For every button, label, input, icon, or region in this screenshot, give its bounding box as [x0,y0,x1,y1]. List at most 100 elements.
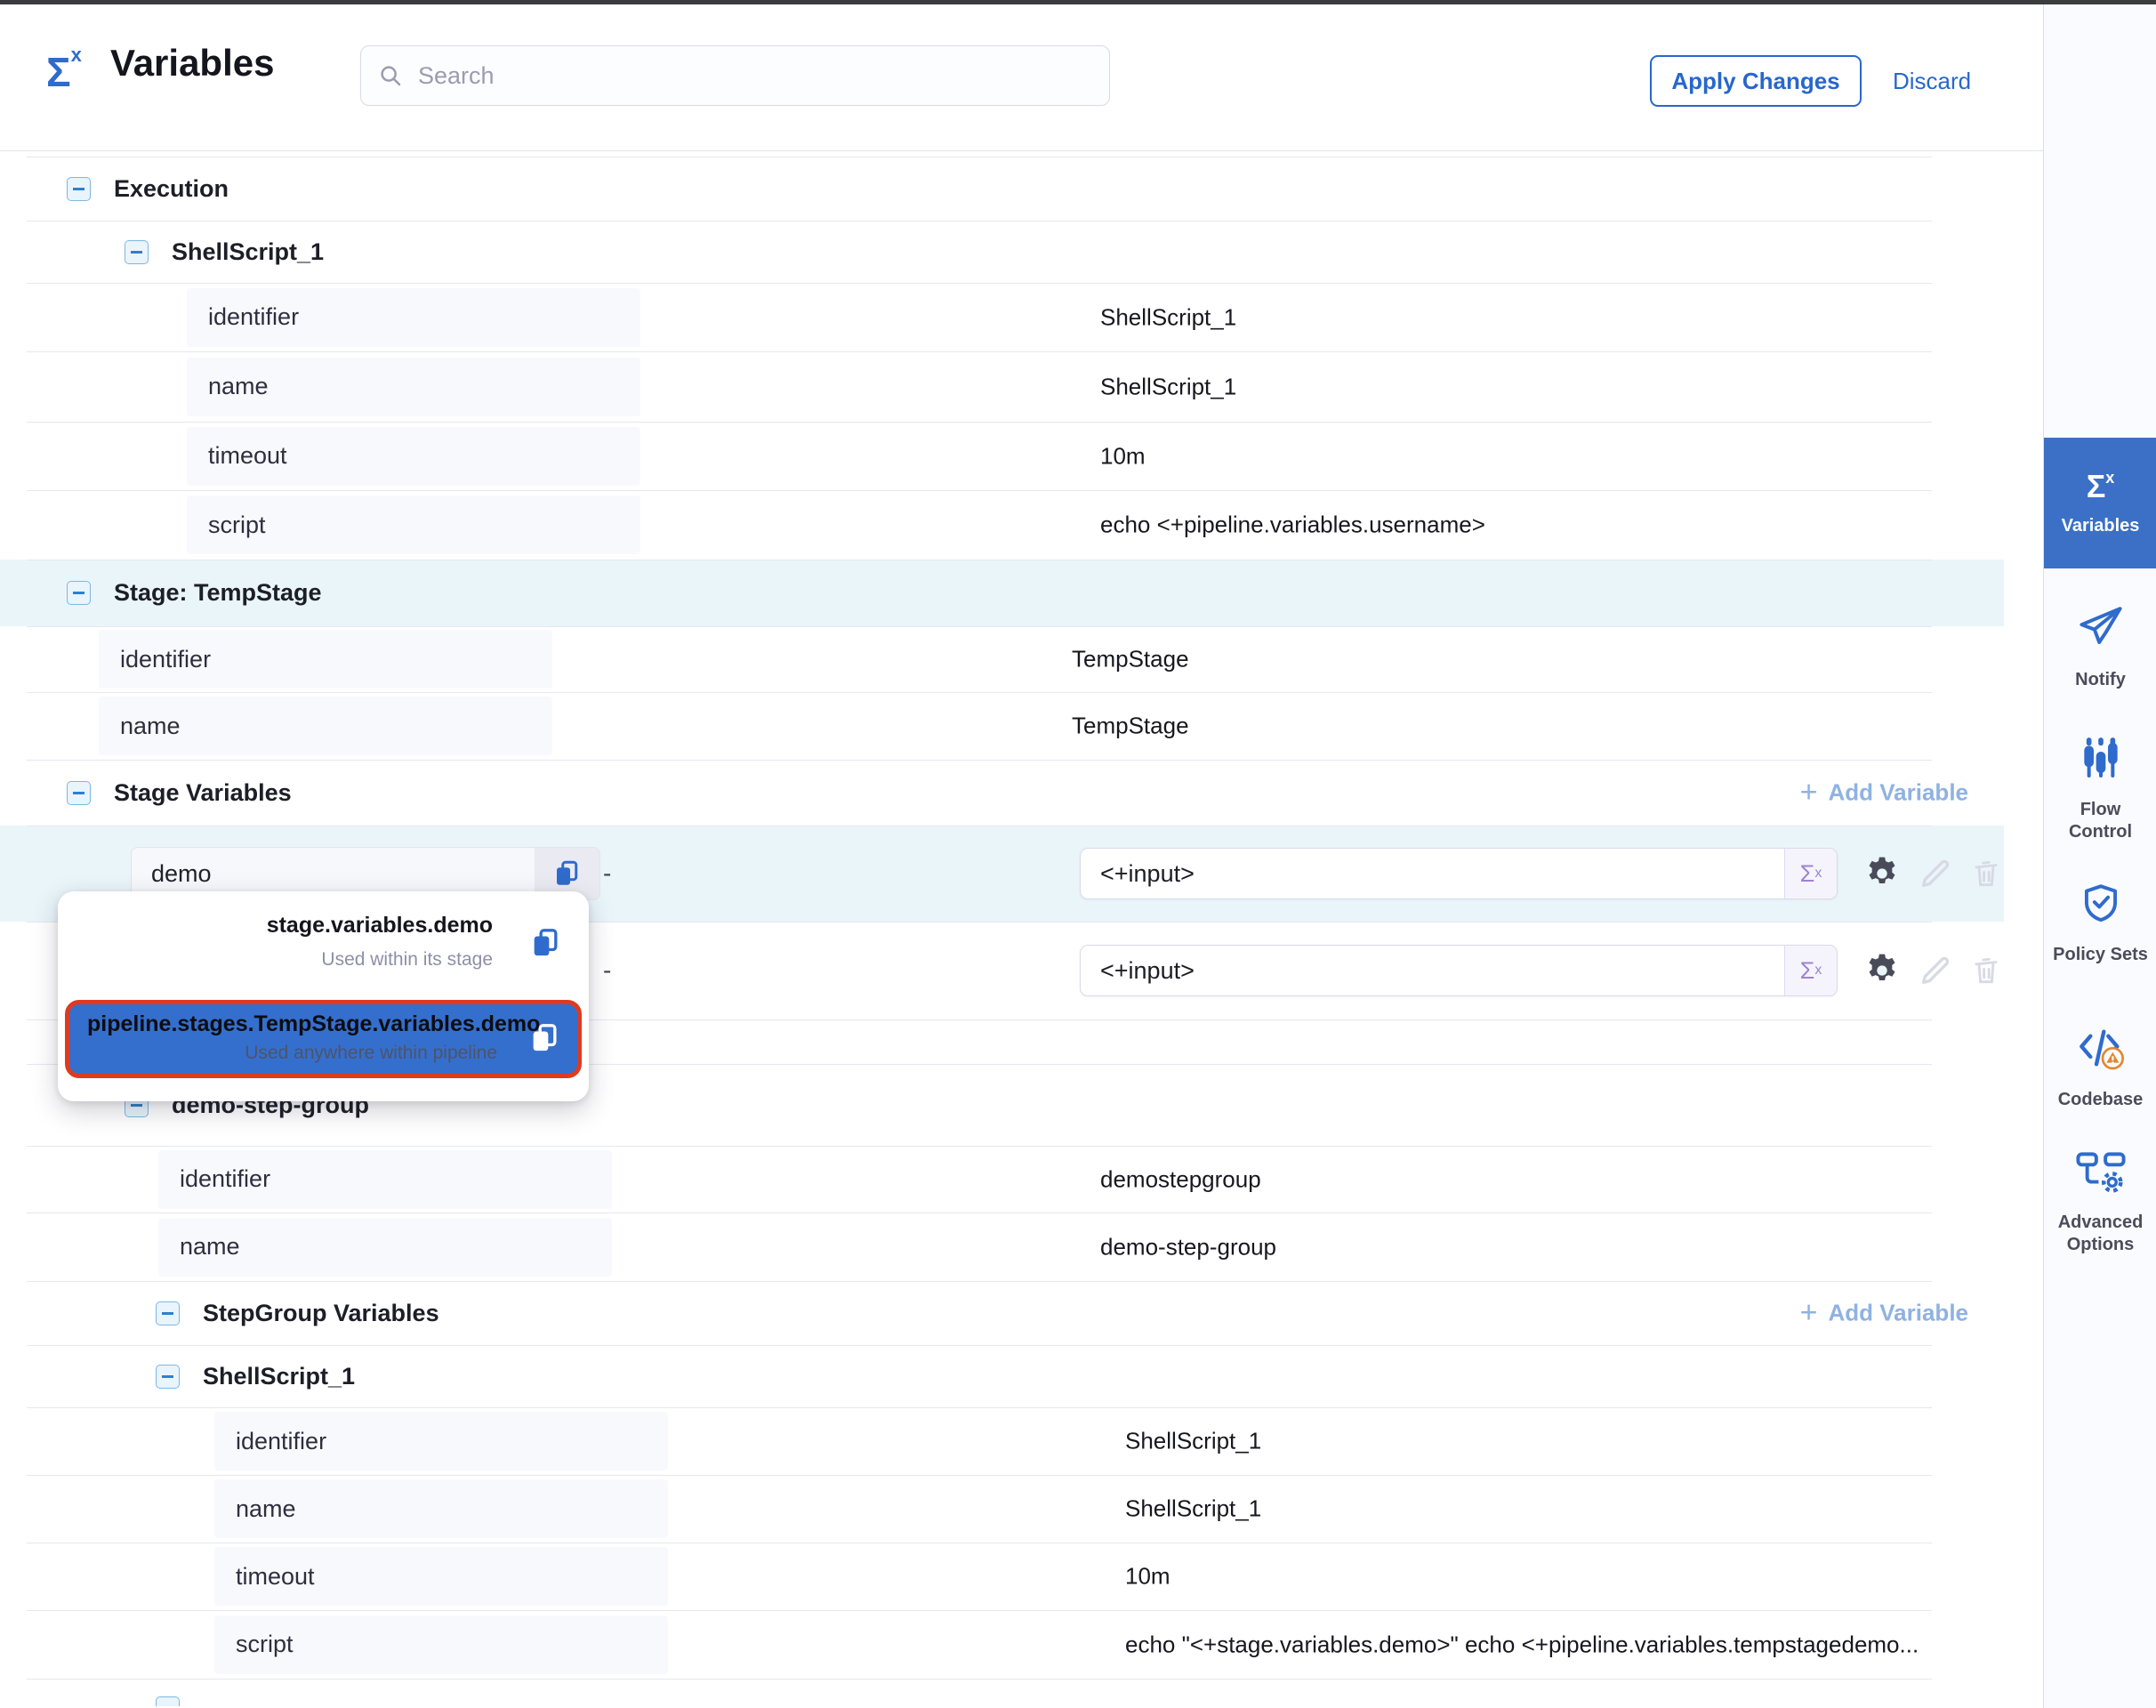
sidebar-item-label: Policy Sets [2047,944,2153,966]
collapse-icon[interactable] [125,240,149,264]
section-label: StepGroup Variables [203,1300,439,1327]
scope-path: stage.variables.demo [65,913,493,939]
collapse-icon[interactable] [156,1696,180,1706]
section-label: Stage Variables [114,779,292,807]
add-variable-button[interactable]: +Add Variable [1800,779,1968,807]
copy-icon[interactable] [527,1020,563,1060]
sidebar-item-flow-control[interactable]: Flow Control [2044,736,2156,843]
kv-row-timeout: timeout10m [0,1543,2004,1610]
section-row-shellscript-1: ShellScript_1 [0,221,2004,283]
collapse-icon[interactable] [67,581,91,605]
section-row-execution: Execution [0,157,2004,221]
field-label: name [187,358,640,416]
sidebar-item-label: Variables [2056,515,2145,537]
sidebar-item-codebase[interactable]: Codebase [2044,1026,2156,1111]
field-label: identifier [158,1150,612,1209]
field-label: script [214,1615,668,1674]
field-value: 10m [1125,1563,1171,1591]
section-row-stage-variables: Stage Variables +Add Variable [0,760,2004,826]
kv-row-identifier: identifier TempStage [0,626,2004,692]
kv-row-name: name demo-step-group [0,1213,2004,1281]
sidebar-item-label: Notify [2070,669,2131,691]
kv-row-name: name ShellScript_1 [0,1475,2004,1543]
top-window-bar [0,0,2156,4]
kv-row-identifier: identifierShellScript_1 [0,1407,2004,1475]
search-input[interactable] [416,61,1093,91]
kv-row-timeout: timeout10m [0,422,2004,490]
field-value: demostepgroup [1100,1165,1261,1193]
search-icon [377,62,404,89]
collapse-icon[interactable] [67,781,91,805]
kv-row-identifier: identifierShellScript_1 [0,283,2004,351]
section-label: Stage: TempStage [114,579,322,607]
kv-row-script: script echo "<+stage.variables.demo>" ech… [0,1610,2004,1679]
variable-scope-popup: stage.variables.demo Used within its sta… [58,891,589,1101]
field-label: name [158,1218,612,1277]
delete-trash-icon[interactable] [1969,857,2003,890]
variables-panel-header: Σx Variables Apply Changes Discard [0,4,2043,151]
collapse-icon[interactable] [156,1365,180,1389]
field-label: identifier [214,1412,668,1470]
search-box[interactable] [360,45,1110,106]
section-label: ShellScript_1 [203,1363,355,1390]
pipeline-aside-nav: Σx Variables Notify Flow Control Poli [2043,4,2156,1708]
field-value: TempStage [1072,646,1189,673]
field-value: ShellScript_1 [1125,1495,1261,1523]
sidebar-item-label: Codebase [2053,1089,2149,1111]
add-variable-button[interactable]: +Add Variable [1800,1300,1968,1327]
settings-gear-icon[interactable] [1862,951,1902,990]
field-value: demo-step-group [1100,1233,1276,1261]
section-label: Execution [114,175,229,203]
section-row-stage-tempstage: Stage: TempStage [0,560,2004,626]
variable-value-input[interactable]: <+input>Σx [1080,945,1838,996]
delete-trash-icon[interactable] [1969,954,2003,987]
collapse-icon[interactable] [67,177,91,201]
sliders-icon [2079,736,2123,786]
field-label: script [187,495,640,554]
field-value: echo "<+stage.variables.demo>" echo <+pi… [1125,1631,1919,1658]
sidebar-item-notify[interactable]: Notify [2044,602,2156,691]
scope-description: Used within its stage [65,949,493,971]
discard-button[interactable]: Discard [1893,55,1971,107]
copy-icon[interactable] [528,925,564,965]
code-warning-icon [2075,1026,2127,1076]
expression-toggle-icon[interactable]: Σx [1784,946,1837,995]
page-title: Variables [110,42,274,85]
scope-option-pipeline[interactable]: pipeline.stages.TempStage.variables.demo… [65,1000,582,1078]
sidebar-item-label: Flow Control [2044,799,2156,843]
edit-pencil-icon[interactable] [1918,856,1953,891]
required-indicator: - [603,859,611,888]
scope-path: pipeline.stages.TempStage.variables.demo [87,1011,497,1037]
expression-toggle-icon[interactable]: Σx [1784,849,1837,898]
scope-option-stage[interactable]: stage.variables.demo Used within its sta… [65,913,582,989]
sidebar-item-advanced-options[interactable]: Advanced Options [2044,1150,2156,1256]
kv-row-script: script echo <+pipeline.variables.username… [0,490,2004,560]
row-actions [1862,854,2003,893]
flow-gear-icon [2075,1150,2127,1199]
field-label: name [214,1479,668,1538]
sidebar-item-variables[interactable]: Σx Variables [2044,438,2156,568]
section-row-shellscript-1: ShellScript_1 [0,1345,2004,1407]
section-label: ShellScript_1 [172,238,324,266]
sigma-x-icon: Σx [46,45,82,93]
sidebar-item-policy-sets[interactable]: Policy Sets [2044,881,2156,966]
row-actions [1862,951,2003,990]
field-label: name [99,697,552,755]
kv-row-name: name TempStage [0,692,2004,760]
edit-pencil-icon[interactable] [1918,953,1953,988]
partial-section-row [0,1679,2004,1706]
required-indicator: - [603,956,611,985]
sigma-x-icon: Σx [2087,470,2115,503]
field-value: TempStage [1072,713,1189,740]
scope-description: Used anywhere within pipeline [87,1043,497,1064]
field-value: echo <+pipeline.variables.username> [1100,512,1485,539]
variable-value-input[interactable]: <+input>Σx [1080,848,1838,899]
collapse-icon[interactable] [156,1301,180,1325]
field-label: identifier [99,630,552,689]
field-label: timeout [187,427,640,486]
settings-gear-icon[interactable] [1862,854,1902,893]
apply-changes-button[interactable]: Apply Changes [1650,55,1862,107]
field-value: ShellScript_1 [1100,373,1236,400]
field-value: ShellScript_1 [1100,303,1236,331]
kv-row-identifier: identifier demostepgroup [0,1146,2004,1213]
